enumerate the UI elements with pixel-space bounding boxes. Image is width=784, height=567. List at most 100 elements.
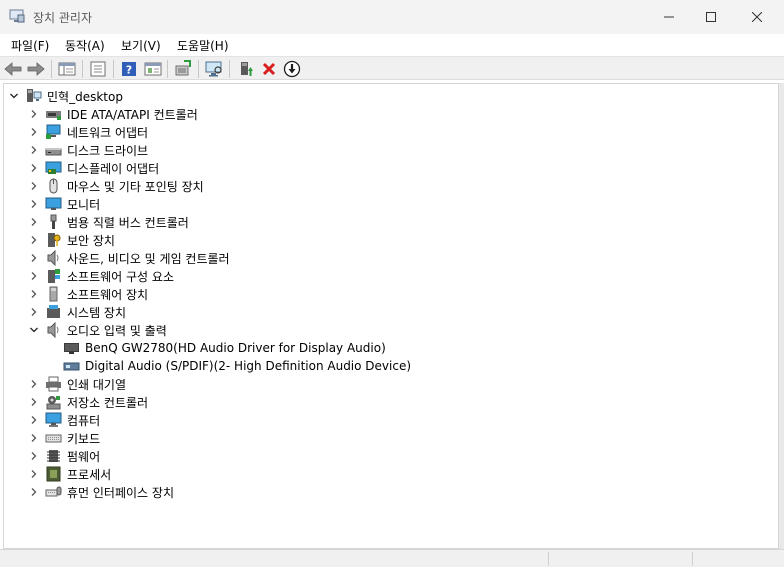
close-button[interactable] xyxy=(734,0,780,34)
category-audio-io[interactable]: 오디오 입력 및 출력 xyxy=(27,321,167,339)
window-edge xyxy=(779,83,784,549)
expand-chevron-icon[interactable] xyxy=(27,377,41,391)
category-print-queue[interactable]: 인쇄 대기열 xyxy=(27,375,126,393)
category-label: 키보드 xyxy=(67,431,101,446)
uninstall-icon[interactable] xyxy=(259,59,279,79)
category-label: 저장소 컨트롤러 xyxy=(67,395,149,410)
svg-text:?: ? xyxy=(126,64,132,77)
expand-chevron-icon[interactable] xyxy=(27,251,41,265)
expand-chevron-icon[interactable] xyxy=(27,143,41,157)
disable-device-icon[interactable] xyxy=(282,59,302,79)
category-label: 소프트웨어 장치 xyxy=(67,287,149,302)
collapse-chevron-icon[interactable] xyxy=(27,323,41,337)
monitor-icon xyxy=(45,196,62,212)
category-software-device[interactable]: 소프트웨어 장치 xyxy=(27,285,148,303)
expand-chevron-icon[interactable] xyxy=(27,161,41,175)
properties-icon[interactable] xyxy=(88,59,108,79)
category-software-component[interactable]: 소프트웨어 구성 요소 xyxy=(27,267,174,285)
menu-view[interactable]: 보기(V) xyxy=(121,37,161,54)
menu-file[interactable]: 파일(F) xyxy=(11,37,49,54)
keyboard-icon xyxy=(45,430,62,446)
speaker-icon xyxy=(45,250,62,266)
category-processor[interactable]: 프로세서 xyxy=(27,465,111,483)
category-label: 오디오 입력 및 출력 xyxy=(67,323,167,338)
device-label: BenQ GW2780(HD Audio Driver for Display … xyxy=(85,341,386,355)
view-icon[interactable] xyxy=(143,59,163,79)
category-system-device[interactable]: 시스템 장치 xyxy=(27,303,126,321)
category-computer[interactable]: 컴퓨터 xyxy=(27,411,100,429)
update-driver-icon[interactable] xyxy=(173,59,193,79)
category-display-adapter[interactable]: 디스플레이 어댑터 xyxy=(27,159,159,177)
enable-device-icon[interactable] xyxy=(236,59,256,79)
expand-chevron-icon[interactable] xyxy=(27,467,41,481)
ide-controller-icon xyxy=(45,106,62,122)
expand-chevron-icon[interactable] xyxy=(27,305,41,319)
maximize-button[interactable] xyxy=(688,0,734,34)
category-firmware[interactable]: 펌웨어 xyxy=(27,447,100,465)
show-hide-tree-icon[interactable] xyxy=(57,59,77,79)
network-adapter-icon xyxy=(45,124,62,140)
expand-chevron-icon[interactable] xyxy=(27,125,41,139)
minimize-button[interactable] xyxy=(646,0,692,34)
category-monitor[interactable]: 모니터 xyxy=(27,195,100,213)
category-label: 범용 직렬 버스 컨트롤러 xyxy=(67,215,189,230)
category-label: 사운드, 비디오 및 게임 컨트롤러 xyxy=(67,251,230,266)
device-digital-audio-spdif[interactable]: Digital Audio (S/PDIF)(2- High Definitio… xyxy=(63,357,411,375)
category-disk[interactable]: 디스크 드라이브 xyxy=(27,141,148,159)
expand-chevron-icon[interactable] xyxy=(27,413,41,427)
expand-chevron-icon[interactable] xyxy=(27,449,41,463)
hid-icon xyxy=(45,484,62,500)
computer-icon xyxy=(45,412,62,428)
scan-hardware-icon[interactable] xyxy=(204,59,224,79)
disk-drive-icon xyxy=(45,142,62,158)
expand-chevron-icon[interactable] xyxy=(27,431,41,445)
category-keyboard[interactable]: 키보드 xyxy=(27,429,100,447)
status-bar xyxy=(0,549,784,567)
expand-chevron-icon[interactable] xyxy=(27,395,41,409)
menu-help[interactable]: 도움말(H) xyxy=(177,37,229,54)
category-hid[interactable]: 휴먼 인터페이스 장치 xyxy=(27,483,174,501)
category-mouse[interactable]: 마우스 및 기타 포인팅 장치 xyxy=(27,177,204,195)
expand-chevron-icon[interactable] xyxy=(27,287,41,301)
expand-chevron-icon[interactable] xyxy=(27,485,41,499)
software-device-icon xyxy=(45,286,62,302)
category-label: 마우스 및 기타 포인팅 장치 xyxy=(67,179,204,194)
expand-chevron-icon[interactable] xyxy=(27,197,41,211)
computer-root-icon xyxy=(25,88,42,104)
collapse-chevron-icon[interactable] xyxy=(7,89,21,103)
software-component-icon xyxy=(45,268,62,284)
device-manager-app-icon xyxy=(9,9,25,23)
computer-name: 민혁_desktop xyxy=(47,89,123,104)
security-device-icon xyxy=(45,232,62,248)
device-benq-display-audio[interactable]: BenQ GW2780(HD Audio Driver for Display … xyxy=(63,339,386,357)
expand-chevron-icon[interactable] xyxy=(27,269,41,283)
help-icon[interactable]: ? xyxy=(119,59,139,79)
printer-icon xyxy=(45,376,62,392)
category-label: 펌웨어 xyxy=(67,449,101,464)
category-label: 네트워크 어댑터 xyxy=(67,125,149,140)
storage-controller-icon xyxy=(45,394,62,410)
category-ide[interactable]: IDE ATA/ATAPI 컨트롤러 xyxy=(27,105,198,123)
back-arrow-icon[interactable] xyxy=(3,59,23,79)
category-label: IDE ATA/ATAPI 컨트롤러 xyxy=(67,107,198,122)
display-adapter-icon xyxy=(45,160,62,176)
category-network[interactable]: 네트워크 어댑터 xyxy=(27,123,148,141)
menu-bar: 파일(F) 동작(A) 보기(V) 도움말(H) xyxy=(0,34,784,56)
category-sound[interactable]: 사운드, 비디오 및 게임 컨트롤러 xyxy=(27,249,230,267)
category-storage-controller[interactable]: 저장소 컨트롤러 xyxy=(27,393,148,411)
mouse-icon xyxy=(45,178,62,194)
expand-chevron-icon[interactable] xyxy=(27,107,41,121)
menu-action[interactable]: 동작(A) xyxy=(65,37,105,54)
category-usb[interactable]: 범용 직렬 버스 컨트롤러 xyxy=(27,213,189,231)
category-label: 디스크 드라이브 xyxy=(67,143,149,158)
forward-arrow-icon[interactable] xyxy=(26,59,46,79)
category-security[interactable]: 보안 장치 xyxy=(27,231,115,249)
system-device-icon xyxy=(45,304,62,320)
expand-chevron-icon[interactable] xyxy=(27,179,41,193)
tree-root[interactable]: 민혁_desktop xyxy=(7,87,123,105)
category-label: 인쇄 대기열 xyxy=(67,377,127,392)
category-label: 컴퓨터 xyxy=(67,413,101,428)
device-tree: 민혁_desktop IDE ATA/ATAPI 컨트롤러 네트워크 어댑터 디… xyxy=(3,83,779,549)
expand-chevron-icon[interactable] xyxy=(27,215,41,229)
expand-chevron-icon[interactable] xyxy=(27,233,41,247)
